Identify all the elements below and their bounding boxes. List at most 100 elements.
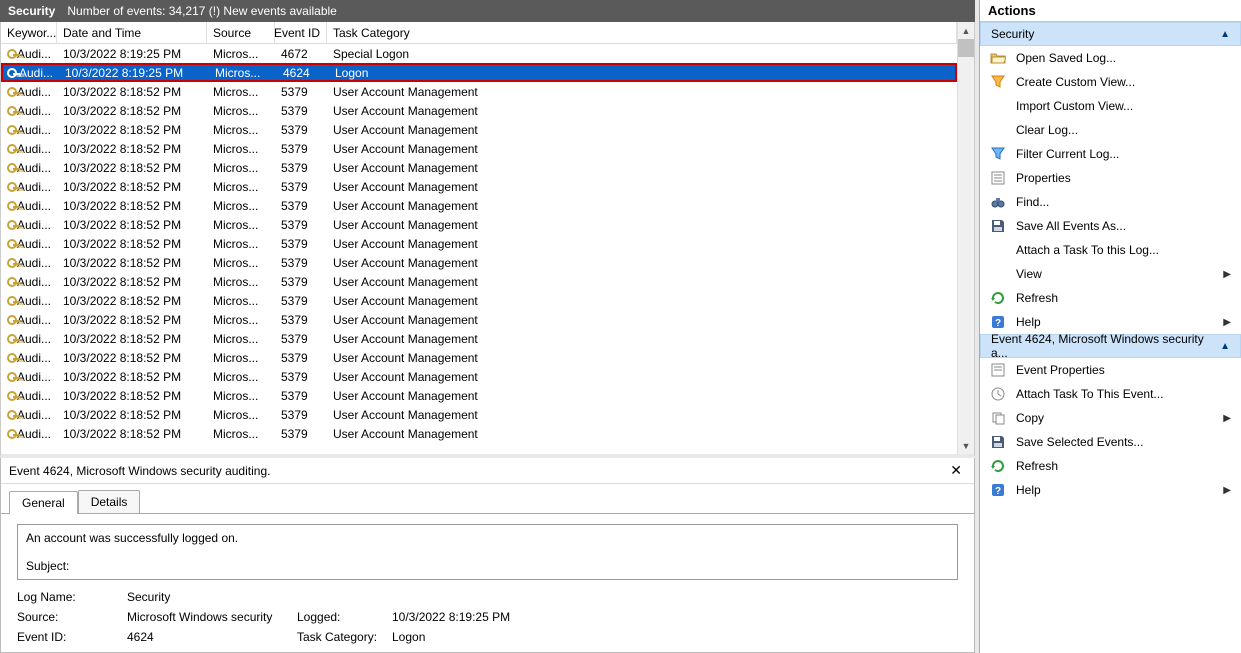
source-label: Source:: [17, 610, 127, 624]
cell-taskcategory: User Account Management: [327, 104, 957, 118]
kw-text: Audi...: [17, 142, 51, 156]
cell-taskcategory: User Account Management: [327, 256, 957, 270]
cell-taskcategory: User Account Management: [327, 389, 957, 403]
svg-text:?: ?: [995, 318, 1001, 329]
col-keywords[interactable]: Keywor...: [1, 22, 57, 43]
key-icon: [7, 85, 15, 99]
event-row[interactable]: Audi...10/3/2022 8:18:52 PMMicros...5379…: [1, 177, 957, 196]
cell-datetime: 10/3/2022 8:18:52 PM: [57, 389, 207, 403]
event-row[interactable]: Audi...10/3/2022 8:18:52 PMMicros...5379…: [1, 101, 957, 120]
event-properties: Log Name: Security Source: Microsoft Win…: [17, 590, 958, 644]
cell-eventid: 5379: [275, 85, 327, 99]
action-event-properties[interactable]: Event Properties: [980, 358, 1241, 382]
detail-tabs: General Details: [1, 484, 974, 514]
cell-taskcategory: User Account Management: [327, 85, 957, 99]
cell-source: Micros...: [207, 275, 275, 289]
cell-source: Micros...: [207, 351, 275, 365]
event-row[interactable]: Audi...10/3/2022 8:18:52 PMMicros...5379…: [1, 253, 957, 272]
scroll-up-arrow-icon[interactable]: ▲: [958, 22, 974, 39]
cell-source: Micros...: [207, 47, 275, 61]
action-properties[interactable]: Properties: [980, 166, 1241, 190]
cell-eventid: 5379: [275, 370, 327, 384]
cell-datetime: 10/3/2022 8:18:52 PM: [57, 313, 207, 327]
event-row[interactable]: Audi...10/3/2022 8:18:52 PMMicros...5379…: [1, 82, 957, 101]
event-row[interactable]: Audi...10/3/2022 8:18:52 PMMicros...5379…: [1, 310, 957, 329]
action-clear-log[interactable]: Clear Log...: [980, 118, 1241, 142]
event-row[interactable]: Audi...10/3/2022 8:18:52 PMMicros...5379…: [1, 215, 957, 234]
col-datetime[interactable]: Date and Time: [57, 22, 207, 43]
cell-taskcategory: User Account Management: [327, 180, 957, 194]
actions-group-event[interactable]: Event 4624, Microsoft Windows security a…: [980, 334, 1241, 358]
action-refresh[interactable]: Refresh: [980, 286, 1241, 310]
action-find[interactable]: Find...: [980, 190, 1241, 214]
tab-details[interactable]: Details: [78, 490, 141, 513]
event-row[interactable]: Audi...10/3/2022 8:18:52 PMMicros...5379…: [1, 158, 957, 177]
cell-eventid: 5379: [275, 161, 327, 175]
event-description: An account was successfully logged on. S…: [17, 524, 958, 580]
col-taskcategory[interactable]: Task Category: [327, 22, 957, 43]
cell-datetime: 10/3/2022 8:18:52 PM: [57, 408, 207, 422]
action-save-selected[interactable]: Save Selected Events...: [980, 430, 1241, 454]
detail-title: Event 4624, Microsoft Windows security a…: [9, 464, 270, 478]
blank-icon: [990, 122, 1006, 138]
actions-panel: Actions Security ▲ Open Saved Log... Cre…: [979, 0, 1241, 653]
submenu-arrow-icon: ▶: [1223, 269, 1231, 280]
action-copy[interactable]: Copy▶: [980, 406, 1241, 430]
event-row[interactable]: Audi...10/3/2022 8:18:52 PMMicros...5379…: [1, 367, 957, 386]
event-row[interactable]: Audi...10/3/2022 8:18:52 PMMicros...5379…: [1, 272, 957, 291]
cell-datetime: 10/3/2022 8:18:52 PM: [57, 199, 207, 213]
desc-line1: An account was successfully logged on.: [26, 531, 949, 545]
col-eventid[interactable]: Event ID: [275, 22, 327, 43]
event-row[interactable]: Audi...10/3/2022 8:19:25 PMMicros...4624…: [1, 63, 957, 82]
event-row[interactable]: Audi...10/3/2022 8:18:52 PMMicros...5379…: [1, 348, 957, 367]
event-row[interactable]: Audi...10/3/2022 8:18:52 PMMicros...5379…: [1, 386, 957, 405]
key-icon: [7, 294, 15, 308]
cell-eventid: 5379: [275, 313, 327, 327]
tab-general[interactable]: General: [9, 491, 78, 514]
actions-group-security[interactable]: Security ▲: [980, 22, 1241, 46]
action-open-saved-log[interactable]: Open Saved Log...: [980, 46, 1241, 70]
action-import-custom-view[interactable]: Import Custom View...: [980, 94, 1241, 118]
kw-text: Audi...: [17, 370, 51, 384]
blank-icon: [990, 242, 1006, 258]
event-row[interactable]: Audi...10/3/2022 8:18:52 PMMicros...5379…: [1, 291, 957, 310]
cell-datetime: 10/3/2022 8:18:52 PM: [57, 294, 207, 308]
cell-datetime: 10/3/2022 8:19:25 PM: [59, 66, 209, 80]
action-create-custom-view[interactable]: Create Custom View...: [980, 70, 1241, 94]
action-help-event[interactable]: ?Help▶: [980, 478, 1241, 502]
event-row[interactable]: Audi...10/3/2022 8:18:52 PMMicros...5379…: [1, 234, 957, 253]
event-row[interactable]: Audi...10/3/2022 8:18:52 PMMicros...5379…: [1, 329, 957, 348]
event-row[interactable]: Audi...10/3/2022 8:18:52 PMMicros...5379…: [1, 405, 957, 424]
event-row[interactable]: Audi...10/3/2022 8:18:52 PMMicros...5379…: [1, 139, 957, 158]
log-name: Security: [8, 4, 55, 18]
cell-taskcategory: User Account Management: [327, 294, 957, 308]
vertical-scrollbar[interactable]: ▲ ▼: [957, 22, 974, 454]
cell-taskcategory: User Account Management: [327, 237, 957, 251]
event-row[interactable]: Audi...10/3/2022 8:18:52 PMMicros...5379…: [1, 120, 957, 139]
event-row[interactable]: Audi...10/3/2022 8:19:25 PMMicros...4672…: [1, 44, 957, 63]
action-help[interactable]: ?Help▶: [980, 310, 1241, 334]
close-icon[interactable]: ✕: [946, 462, 966, 479]
cell-source: Micros...: [207, 218, 275, 232]
kw-text: Audi...: [17, 47, 51, 61]
action-save-all-events[interactable]: Save All Events As...: [980, 214, 1241, 238]
col-source[interactable]: Source: [207, 22, 275, 43]
action-attach-task-event[interactable]: Attach Task To This Event...: [980, 382, 1241, 406]
action-view[interactable]: View▶: [980, 262, 1241, 286]
cell-taskcategory: User Account Management: [327, 408, 957, 422]
eventid-value: 4624: [127, 630, 297, 644]
action-refresh-event[interactable]: Refresh: [980, 454, 1241, 478]
log-summary: Number of events: 34,217 (!) New events …: [67, 4, 336, 18]
event-row[interactable]: Audi...10/3/2022 8:18:52 PMMicros...5379…: [1, 196, 957, 215]
log-name-label: Log Name:: [17, 590, 127, 604]
action-filter-current-log[interactable]: Filter Current Log...: [980, 142, 1241, 166]
cell-eventid: 5379: [275, 218, 327, 232]
chevron-up-icon: ▲: [1220, 341, 1230, 352]
event-row[interactable]: Audi...10/3/2022 8:18:52 PMMicros...5379…: [1, 424, 957, 443]
cell-source: Micros...: [207, 313, 275, 327]
scroll-thumb[interactable]: [958, 39, 974, 57]
key-icon: [7, 351, 15, 365]
key-icon: [7, 427, 15, 441]
action-attach-task-log[interactable]: Attach a Task To this Log...: [980, 238, 1241, 262]
scroll-down-arrow-icon[interactable]: ▼: [958, 437, 974, 454]
